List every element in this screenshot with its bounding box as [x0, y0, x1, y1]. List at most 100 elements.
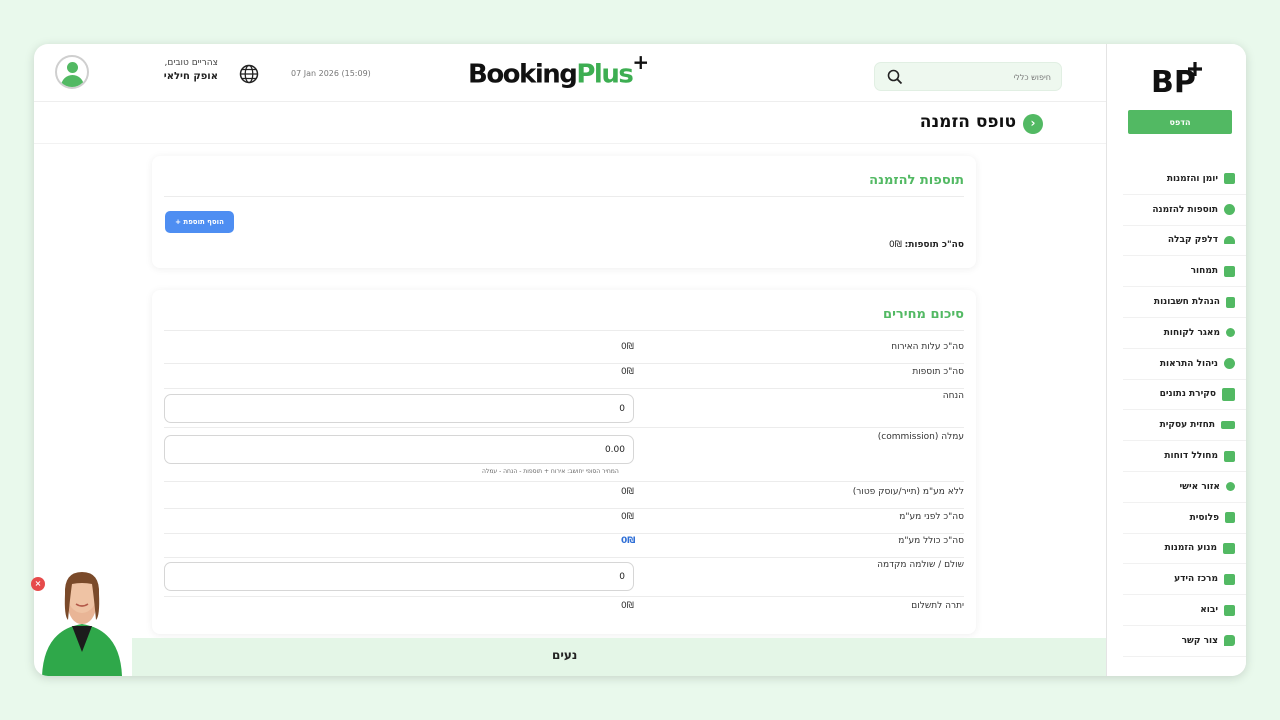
commission-input[interactable]	[173, 442, 625, 458]
row-no-vat: ללא מע"מ (תייר/עוסק פטור) 0₪	[164, 487, 964, 509]
sidebar-item-accounting[interactable]: הנהלת חשבונות	[1123, 287, 1246, 318]
sidebar-item-reports[interactable]: מחולל דוחות	[1123, 441, 1246, 472]
sidebar-item-contact[interactable]: צור קשר	[1123, 626, 1246, 657]
sidebar-item-personal[interactable]: אזור אישי	[1123, 472, 1246, 503]
page-title: טופס הזמנה	[919, 112, 1016, 132]
user-name: אופק חילאי	[163, 71, 218, 82]
greeting-text: צהריים טובים,	[164, 58, 219, 68]
sidebar-item-addons[interactable]: תוספות להזמנה	[1123, 195, 1246, 226]
hosting-cost-value: 0₪	[621, 342, 634, 352]
addons-total: סה"כ תוספות: 0₪	[889, 240, 964, 250]
sidebar-nav: יומן והזמנות תוספות להזמנה דלפק קבלה תמח…	[1107, 164, 1246, 657]
app-window: BP הדפס יומן והזמנות תוספות להזמנה דלפק …	[34, 44, 1246, 676]
booking-engine-icon	[1223, 542, 1235, 554]
addons-total-label: סה"כ תוספות:	[904, 240, 964, 250]
addons-total-label: סה"כ תוספות	[912, 367, 964, 377]
before-vat-value: 0₪	[621, 512, 634, 522]
app-logo[interactable]: BP	[1151, 58, 1211, 100]
addons-total-value: 0₪	[888, 240, 902, 250]
close-assistant-icon[interactable]: ×	[31, 577, 45, 591]
current-datetime: 07 Jan 2026 (15:09)	[291, 69, 371, 78]
alerts-gear-icon	[1224, 358, 1235, 370]
commission-field	[164, 435, 634, 464]
addons-icon	[1224, 204, 1235, 216]
commission-hint: המחיר הסופי יחושב: אירוח + תוספות - הנחה…	[482, 468, 619, 475]
page-title-bar: טופס הזמנה	[34, 102, 1106, 144]
pricing-icon	[1224, 265, 1235, 277]
calendar-icon	[1224, 173, 1235, 185]
no-vat-label: ללא מע"מ (תייר/עוסק פטור)	[852, 487, 964, 497]
before-vat-label: סה"כ לפני מע"מ	[899, 512, 964, 522]
brand-booking-text: Booking	[468, 59, 578, 90]
hosting-cost-label: סה"כ עלות האירוח	[891, 342, 964, 352]
forecast-icon	[1221, 421, 1235, 430]
sidebar-item-dashboard[interactable]: סקירת נתונים	[1123, 380, 1246, 411]
sidebar-item-reception[interactable]: דלפק קבלה	[1123, 226, 1246, 257]
addons-card-title: תוספות להזמנה	[869, 173, 964, 188]
paid-field	[164, 562, 634, 591]
discount-field	[164, 394, 634, 423]
row-commission: עמלה (commission) המחיר הסופי יחושב: איר…	[164, 432, 964, 482]
sidebar-item-calendar[interactable]: יומן והזמנות	[1123, 164, 1246, 195]
sidebar-item-import[interactable]: יבוא	[1123, 595, 1246, 626]
addons-total-value: 0₪	[621, 367, 634, 377]
avatar-head-icon	[67, 62, 78, 73]
search-icon[interactable]	[887, 69, 903, 85]
sidebar-item-booking-engine[interactable]: מנוע הזמנות	[1123, 534, 1246, 565]
paid-label: שולם / שולמה מקדמה	[877, 560, 964, 570]
brand-plus-sign: +	[632, 50, 649, 74]
brand-plus-text: Plus	[576, 59, 633, 90]
divider	[164, 196, 964, 197]
sidebar: BP הדפס יומן והזמנות תוספות להזמנה דלפק …	[1106, 44, 1246, 676]
user-avatar[interactable]	[55, 55, 89, 89]
balance-value: 0₪	[621, 601, 634, 611]
addons-card: תוספות להזמנה + הוסף תוספת סה"כ תוספות: …	[152, 156, 976, 268]
sidebar-item-knowledge[interactable]: מרכז הידע	[1123, 564, 1246, 596]
search-input[interactable]	[911, 69, 1051, 85]
reception-bell-icon	[1224, 236, 1235, 245]
accounting-icon	[1226, 296, 1235, 308]
import-icon	[1224, 604, 1235, 616]
add-addon-button[interactable]: + הוסף תוספת	[165, 211, 234, 233]
row-paid: שולם / שולמה מקדמה	[164, 560, 964, 597]
no-vat-value: 0₪	[621, 487, 634, 497]
sidebar-item-forecast[interactable]: תחזית עסקית	[1123, 410, 1246, 442]
personal-area-icon	[1226, 482, 1235, 492]
bottom-bar: נעים	[132, 638, 1106, 676]
incl-vat-label: סה"כ כולל מע"מ	[898, 536, 964, 546]
contact-chat-icon	[1224, 635, 1235, 647]
balance-label: יתרה לתשלום	[911, 601, 964, 611]
plusit-icon	[1225, 512, 1235, 524]
incl-vat-value: 0₪	[621, 536, 636, 546]
price-summary-card: סיכום מחירים סה"כ עלות האירוח 0₪ סה"כ תו…	[152, 290, 976, 634]
dashboard-icon	[1222, 387, 1235, 401]
sidebar-item-plusit[interactable]: פלוסית	[1123, 503, 1246, 534]
reports-icon	[1224, 450, 1235, 462]
back-arrow-icon[interactable]: ›	[1023, 114, 1043, 134]
customers-icon	[1226, 328, 1235, 338]
sidebar-item-alerts[interactable]: ניהול התראות	[1123, 349, 1246, 380]
paid-input[interactable]	[173, 569, 625, 585]
row-balance: יתרה לתשלום 0₪	[164, 601, 964, 623]
assistant-avatar[interactable]	[34, 558, 130, 676]
row-hosting-cost: סה"כ עלות האירוח 0₪	[164, 342, 964, 364]
divider	[164, 330, 964, 331]
row-addons-total: סה"כ תוספות 0₪	[164, 367, 964, 389]
row-discount: הנחה	[164, 391, 964, 428]
discount-input[interactable]	[173, 401, 625, 417]
knowledge-center-icon	[1224, 573, 1235, 585]
discount-label: הנחה	[942, 391, 964, 401]
sidebar-item-pricing[interactable]: תמחור	[1123, 256, 1246, 288]
row-before-vat: סה"כ לפני מע"מ 0₪	[164, 512, 964, 534]
print-button[interactable]: הדפס	[1128, 110, 1232, 134]
global-search	[874, 62, 1062, 91]
top-header: צהריים טובים, אופק חילאי 07 Jan 2026 (15…	[34, 44, 1106, 102]
bottom-bar-text: נעים	[552, 648, 578, 662]
avatar-body-icon	[61, 75, 84, 87]
brand-logo[interactable]: BookingPlus+	[468, 50, 649, 90]
price-summary-title: סיכום מחירים	[883, 307, 964, 322]
language-globe-icon[interactable]	[239, 64, 259, 84]
user-greeting: צהריים טובים, אופק חילאי	[138, 58, 218, 82]
row-incl-vat: סה"כ כולל מע"מ 0₪	[164, 536, 964, 558]
sidebar-item-customers[interactable]: מאגר לקוחות	[1123, 318, 1246, 349]
